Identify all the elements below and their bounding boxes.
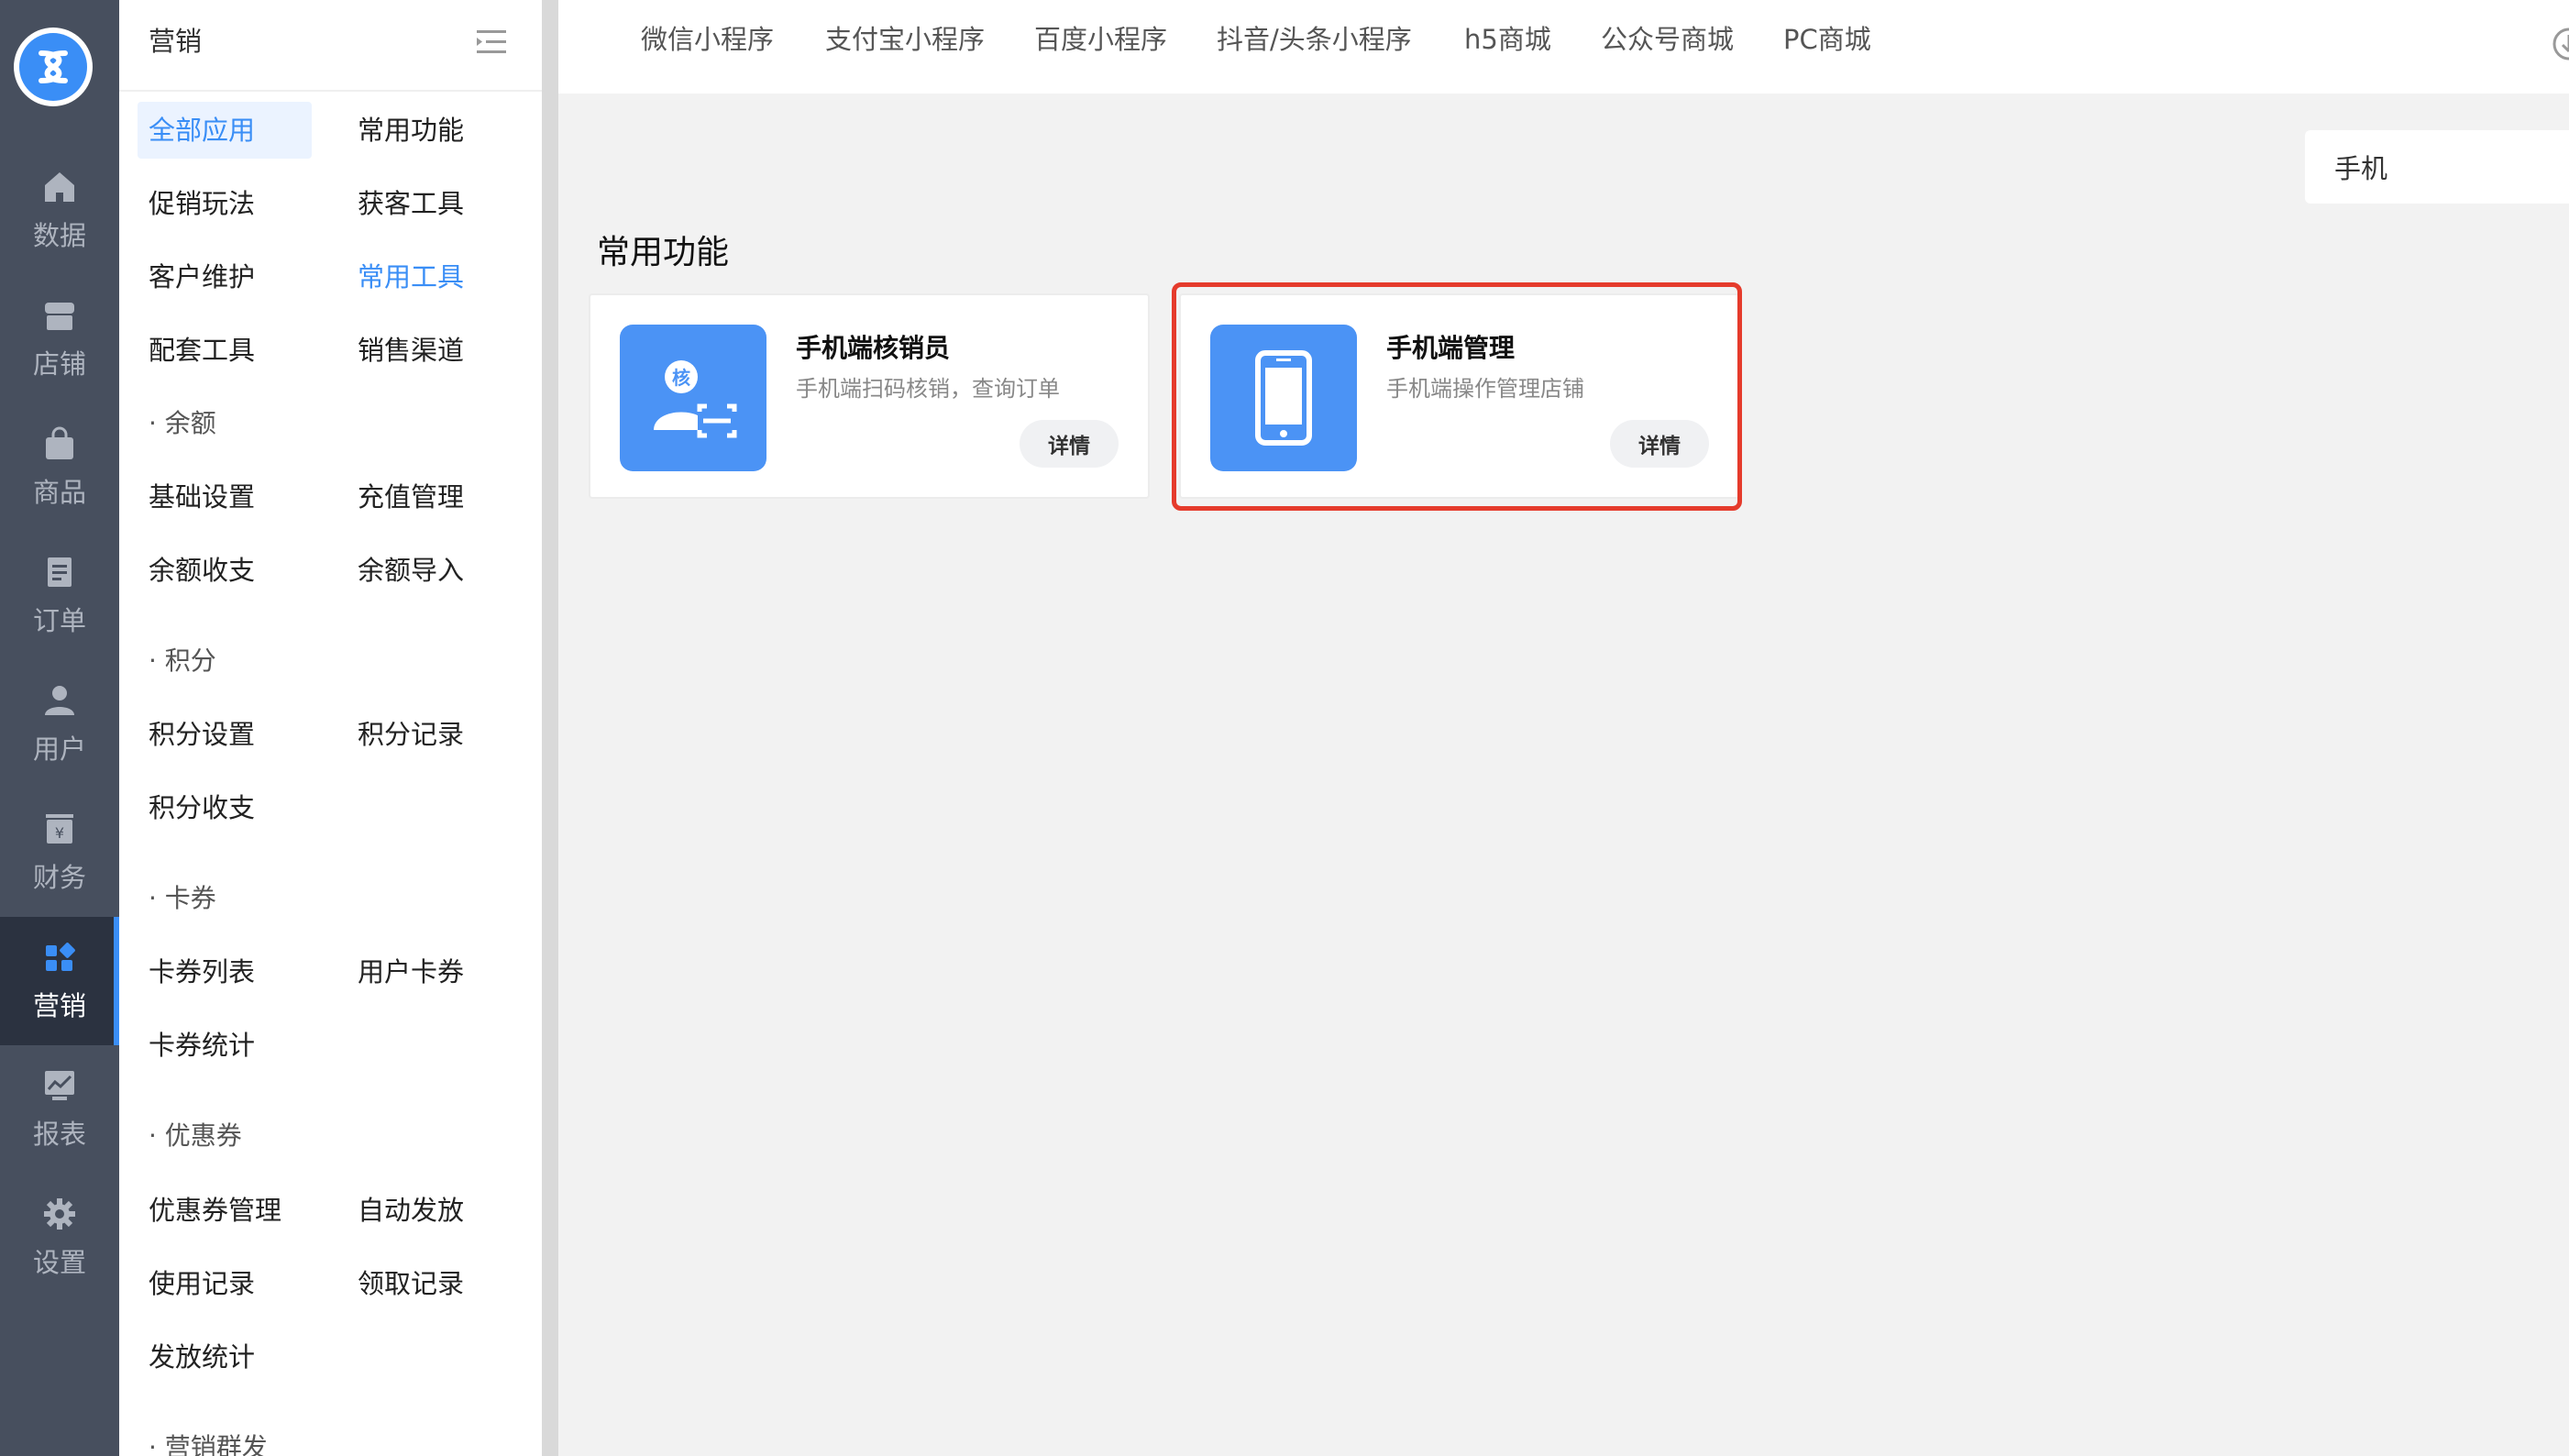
rail-item-label: 店铺 [32,348,86,380]
menu-item-points-records[interactable]: 积分记录 [347,706,464,763]
menu-item-card-stats[interactable]: 卡券统计 [138,1017,255,1074]
rail-item-label: 用户 [32,734,86,765]
app-logo[interactable] [14,28,93,106]
menu-item-coupon-management[interactable]: 优惠券管理 [138,1182,281,1239]
svg-text:¥: ¥ [55,824,64,842]
rail-item-label: 订单 [32,605,86,636]
tab-alipay-miniprogram[interactable]: 支付宝小程序 [825,18,985,57]
menu-item-all-apps[interactable]: 全部应用 [138,102,312,159]
menu-item-usage-records[interactable]: 使用记录 [138,1255,255,1312]
tab-wechat-miniprogram[interactable]: 微信小程序 [641,18,774,57]
card-title: 手机端管理 [1386,333,1516,363]
store-icon [45,303,74,330]
menu-item-user-cards[interactable]: 用户卡券 [347,943,464,1000]
rail-item-orders[interactable]: 订单 [0,532,119,660]
rail-item-label: 报表 [32,1119,86,1150]
rail-item-finance[interactable]: ¥ 财务 [0,789,119,917]
rail-item-store[interactable]: 店铺 [0,275,119,403]
menu-group-points: · 积分 [149,645,216,676]
search-input[interactable] [2305,130,2569,204]
menu-item-support-tools[interactable]: 配套工具 [138,322,255,379]
app-card-mobile-management[interactable]: 手机端管理 手机端操作管理店铺 详情 [1179,293,1740,499]
card-title: 手机端核销员 [796,333,951,363]
menu-header: 营销 [119,0,542,92]
menu-item-recharge[interactable]: 充值管理 [347,469,464,525]
chart-icon [45,1071,74,1100]
rail-item-marketing[interactable]: 营销 [0,917,119,1045]
tab-pc-mall[interactable]: PC商城 [1783,18,1871,57]
menu-group-coupons: · 优惠券 [149,1120,242,1151]
rail-item-label: 营销 [32,990,86,1021]
menu-item-acquisition[interactable]: 获客工具 [347,175,464,232]
menu-item-common-tools[interactable]: 常用工具 [347,248,464,305]
menu-item-customer-care[interactable]: 客户维护 [138,248,255,305]
rail-item-settings[interactable]: 设置 [0,1174,119,1302]
section-title: 常用功能 [597,234,730,271]
verify-user-icon: 核 [620,325,766,471]
menu-title: 营销 [149,26,203,57]
apps-icon [46,943,75,971]
menu-group-cards: · 卡券 [149,883,216,913]
menu-item-points-settings[interactable]: 积分设置 [138,706,255,763]
rail-item-data[interactable]: 数据 [0,147,119,275]
menu-item-issue-stats[interactable]: 发放统计 [138,1329,255,1385]
finance-icon: ¥ [46,814,73,844]
menu-item-promotions[interactable]: 促销玩法 [138,175,255,232]
menu-group-balance: · 余额 [149,408,216,438]
logo-icon [19,33,87,101]
rail-item-goods[interactable]: 商品 [0,403,119,532]
menu-item-balance-flow[interactable]: 余额收支 [138,542,255,599]
main-nav-rail: 数据 店铺 商品 订单 用户 ¥ 财务 营销 报表 设置 [0,0,119,1456]
menu-item-sales-channels[interactable]: 销售渠道 [347,322,464,379]
menu-item-basic-settings[interactable]: 基础设置 [138,469,255,525]
app-card-mobile-verifier[interactable]: 核 手机端核销员 手机端扫码核销，查询订单 详情 [589,293,1150,499]
user-icon [45,686,74,715]
bag-icon [46,426,73,459]
download-icon[interactable] [2541,26,2569,62]
panel-scrollbar[interactable] [542,0,558,1456]
collapse-menu-icon[interactable] [475,26,508,59]
card-description: 手机端扫码核销，查询订单 [796,376,1060,402]
gear-icon [44,1198,75,1230]
rail-item-users[interactable]: 用户 [0,660,119,789]
menu-item-common-functions[interactable]: 常用功能 [347,102,464,159]
rail-item-label: 财务 [32,862,86,893]
menu-item-card-list[interactable]: 卡券列表 [138,943,255,1000]
tab-official-account-mall[interactable]: 公众号商城 [1601,18,1734,57]
secondary-menu: 营销 全部应用 常用功能 促销玩法 获客工具 客户维护 常用工具 配套工具 销售… [119,0,542,1456]
card-description: 手机端操作管理店铺 [1386,376,1584,402]
channel-tabs: 微信小程序 支付宝小程序 百度小程序 抖音/头条小程序 h5商城 公众号商城 P… [558,0,2569,94]
rail-item-label: 数据 [32,220,86,251]
tab-h5-mall[interactable]: h5商城 [1464,18,1551,57]
menu-group-mass-marketing: · 营销群发 [149,1432,268,1456]
menu-item-claim-records[interactable]: 领取记录 [347,1255,464,1312]
menu-item-auto-issue[interactable]: 自动发放 [347,1182,464,1239]
menu-item-balance-import[interactable]: 余额导入 [347,542,464,599]
document-icon [48,557,72,587]
home-icon [45,172,74,202]
rail-item-label: 商品 [32,477,86,508]
details-button[interactable]: 详情 [1610,420,1709,468]
verify-icon-text: 核 [672,367,690,389]
details-button[interactable]: 详情 [1020,420,1119,468]
phone-icon [1210,325,1357,471]
tab-douyin-miniprogram[interactable]: 抖音/头条小程序 [1217,18,1412,57]
menu-item-points-flow[interactable]: 积分收支 [138,779,255,836]
rail-item-reports[interactable]: 报表 [0,1045,119,1174]
rail-item-label: 设置 [32,1247,86,1278]
tab-baidu-miniprogram[interactable]: 百度小程序 [1034,18,1167,57]
